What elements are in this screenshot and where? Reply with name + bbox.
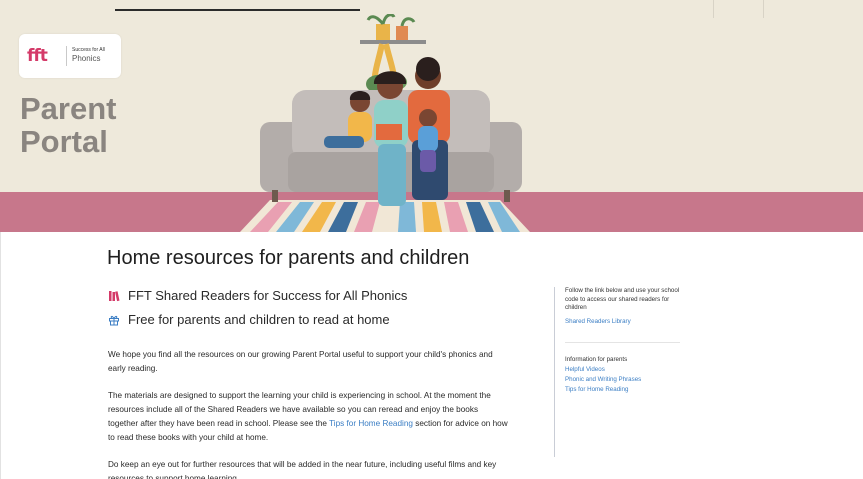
fft-logo[interactable]: fft Success for All Phonics xyxy=(19,34,121,78)
shared-readers-library-link[interactable]: Shared Readers Library xyxy=(565,317,686,327)
gift-icon xyxy=(109,315,119,325)
portal-title-line1: Parent xyxy=(20,91,117,126)
tips-home-reading-link[interactable]: Tips for Home Reading xyxy=(329,419,413,428)
top-bar-line xyxy=(115,9,360,11)
hero-banner: fft Success for All Phonics Parent Porta… xyxy=(0,0,863,232)
family-reading-illustration xyxy=(240,14,530,232)
portal-title: Parent Portal xyxy=(20,92,116,158)
sidebar-info-heading: Information for parents xyxy=(565,355,628,363)
feature-label: FFT Shared Readers for Success for All P… xyxy=(128,288,408,303)
feature-free-reading: Free for parents and children to read at… xyxy=(108,312,390,327)
books-icon xyxy=(109,290,120,301)
logo-tagline: Success for All xyxy=(72,47,105,53)
feature-label: Free for parents and children to read at… xyxy=(128,312,390,327)
sidebar-panel: Follow the link below and use your schoo… xyxy=(554,287,686,457)
logo-mark: fft xyxy=(27,46,48,66)
top-bar-divider xyxy=(713,0,714,18)
intro-paragraph: We hope you find all the resources on ou… xyxy=(108,350,493,373)
tips-home-reading-sidebar-link[interactable]: Tips for Home Reading xyxy=(565,385,686,395)
sidebar-divider xyxy=(565,341,680,343)
helpful-videos-link[interactable]: Helpful Videos xyxy=(565,365,686,375)
logo-divider xyxy=(66,46,67,66)
portal-title-line2: Portal xyxy=(20,124,108,159)
materials-paragraph: The materials are designed to support th… xyxy=(108,389,508,445)
feature-shared-readers: FFT Shared Readers for Success for All P… xyxy=(108,288,407,303)
sidebar-intro: Follow the link below and use your schoo… xyxy=(565,287,680,311)
future-resources-paragraph: Do keep an eye out for further resources… xyxy=(108,460,497,479)
main-content: Home resources for parents and children … xyxy=(0,232,863,479)
top-bar-divider xyxy=(763,0,764,18)
phonic-writing-phrases-link[interactable]: Phonic and Writing Phrases xyxy=(565,375,686,385)
page-heading: Home resources for parents and children xyxy=(107,247,470,269)
logo-name: Phonics xyxy=(72,54,101,63)
